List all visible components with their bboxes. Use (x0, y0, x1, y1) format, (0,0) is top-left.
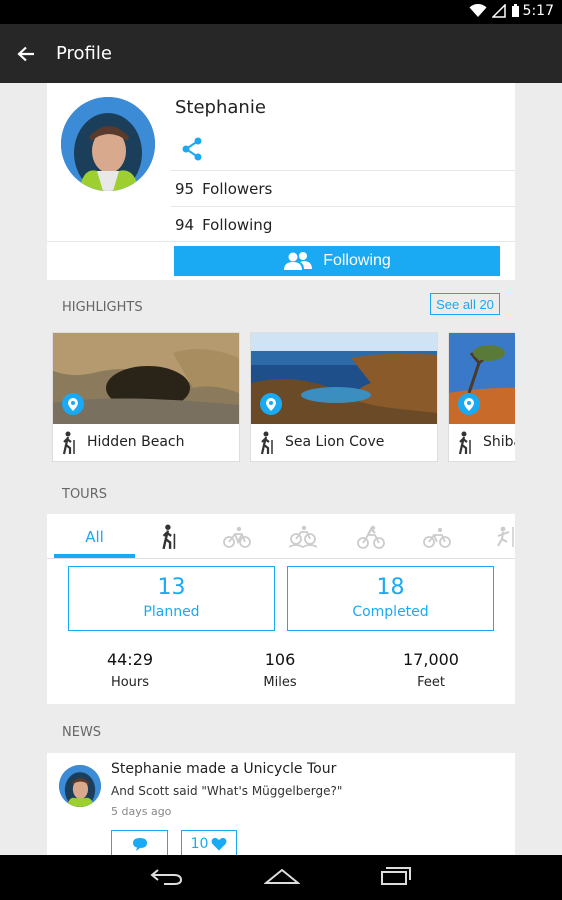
status-bar: 5:17 (0, 0, 562, 24)
location-pin-icon (62, 393, 84, 415)
status-time: 5:17 (522, 3, 554, 19)
tab-cycling[interactable] (337, 514, 405, 558)
highlight-photo (449, 333, 515, 424)
news-heading: NEWS (62, 725, 102, 740)
road-bike-icon (223, 526, 251, 548)
following-button[interactable]: Following (174, 246, 500, 276)
tab-hiking[interactable] (135, 514, 203, 558)
news-title[interactable]: Stephanie made a Unicycle Tour (111, 761, 336, 777)
profile-card: Stephanie 95 Followers 94 Following Foll… (47, 83, 515, 280)
completed-count: 18 (376, 575, 405, 600)
location-pin-icon (458, 393, 480, 415)
avatar[interactable] (59, 765, 101, 807)
elevation-stat: 17,000 Feet (376, 650, 486, 690)
tab-indicator (54, 554, 135, 558)
highlight-photo (251, 333, 437, 424)
profile-content[interactable]: Stephanie 95 Followers 94 Following Foll… (0, 83, 562, 855)
hiking-icon (162, 524, 176, 549)
distance-label: Miles (263, 675, 297, 690)
tab-mountain-bike[interactable] (269, 514, 337, 558)
highlight-photo (53, 333, 239, 424)
tab-climbing[interactable] (471, 514, 515, 558)
cycling-icon (357, 525, 385, 549)
highlight-name: Hidden Beach (87, 434, 185, 450)
followers-count: 95 (175, 179, 195, 198)
distance-stat: 106 Miles (225, 650, 335, 690)
highlights-heading: HIGHLIGHTS (62, 300, 143, 315)
news-timestamp: 5 days ago (111, 805, 172, 818)
avatar-photo (59, 765, 101, 807)
sport-tabs: All (47, 514, 515, 559)
system-nav-bar (0, 855, 562, 900)
duration-value: 44:29 (106, 650, 154, 669)
hiking-icon (62, 431, 75, 455)
tab-touring-bike[interactable] (403, 514, 471, 558)
duration-label: Hours (110, 675, 150, 690)
heart-icon (211, 837, 227, 851)
touring-bike-icon (423, 527, 451, 548)
back-nav-button[interactable] (150, 866, 184, 890)
climbing-icon (497, 526, 514, 547)
arrow-back-icon (17, 46, 34, 61)
nav-recents-icon (381, 866, 411, 885)
avatar-photo (61, 97, 155, 191)
following-count: 94 (175, 215, 195, 234)
like-count: 10 (190, 836, 209, 852)
distance-value: 106 (264, 650, 296, 669)
status-icons (469, 4, 520, 18)
nav-home-icon (263, 868, 301, 884)
followers-row[interactable]: 95 Followers (171, 170, 515, 206)
elevation-value: 17,000 (403, 650, 459, 669)
nav-back-icon (150, 868, 183, 885)
highlight-card[interactable]: Shiba (448, 332, 515, 462)
elevation-label: Feet (417, 675, 445, 690)
location-pin-icon (260, 393, 282, 415)
share-button[interactable] (181, 137, 203, 165)
people-icon (284, 252, 313, 270)
highlight-card[interactable]: Sea Lion Cove (250, 332, 438, 462)
wifi-icon (469, 4, 487, 17)
highlight-card[interactable]: Hidden Beach (52, 332, 240, 462)
like-button[interactable]: 10 (181, 830, 237, 855)
followers-label: Followers (202, 179, 273, 198)
comment-icon (132, 837, 147, 851)
tours-card: All 13 Planned 18 Completed 44:29 Hours … (47, 514, 515, 704)
comment-button[interactable] (111, 830, 168, 855)
app-bar: Profile (0, 24, 562, 83)
divider (47, 241, 515, 242)
page-title: Profile (56, 43, 112, 64)
highlights-carousel[interactable]: Hidden Beach Sea Lion Cove Shib (52, 332, 515, 463)
back-button[interactable] (0, 24, 52, 83)
signal-icon (492, 4, 506, 18)
following-row[interactable]: 94 Following (171, 206, 515, 242)
planned-label: Planned (143, 604, 200, 620)
mountain-bike-icon (289, 525, 317, 548)
tab-road-bike[interactable] (203, 514, 271, 558)
profile-avatar[interactable] (61, 97, 155, 191)
following-label: Following (202, 215, 273, 234)
completed-label: Completed (352, 604, 429, 620)
see-all-button[interactable]: See all 20 (430, 293, 500, 315)
news-item[interactable]: Stephanie made a Unicycle Tour And Scott… (47, 753, 515, 855)
news-comment: And Scott said "What's Müggelberge?" (111, 784, 343, 798)
hiking-icon (458, 431, 471, 455)
battery-icon (512, 4, 519, 17)
highlight-name: Sea Lion Cove (285, 434, 385, 450)
highlight-name: Shiba (483, 434, 515, 450)
planned-count: 13 (157, 575, 186, 600)
planned-tours-box[interactable]: 13 Planned (68, 566, 275, 631)
duration-stat: 44:29 Hours (75, 650, 185, 690)
recents-nav-button[interactable] (380, 866, 412, 890)
completed-tours-box[interactable]: 18 Completed (287, 566, 494, 631)
tours-heading: TOURS (62, 487, 107, 502)
hiking-icon (260, 431, 273, 455)
share-icon (182, 137, 202, 161)
tab-all[interactable]: All (54, 514, 135, 558)
following-button-label: Following (323, 252, 391, 269)
profile-name: Stephanie (175, 97, 266, 118)
home-nav-button[interactable] (263, 866, 301, 890)
